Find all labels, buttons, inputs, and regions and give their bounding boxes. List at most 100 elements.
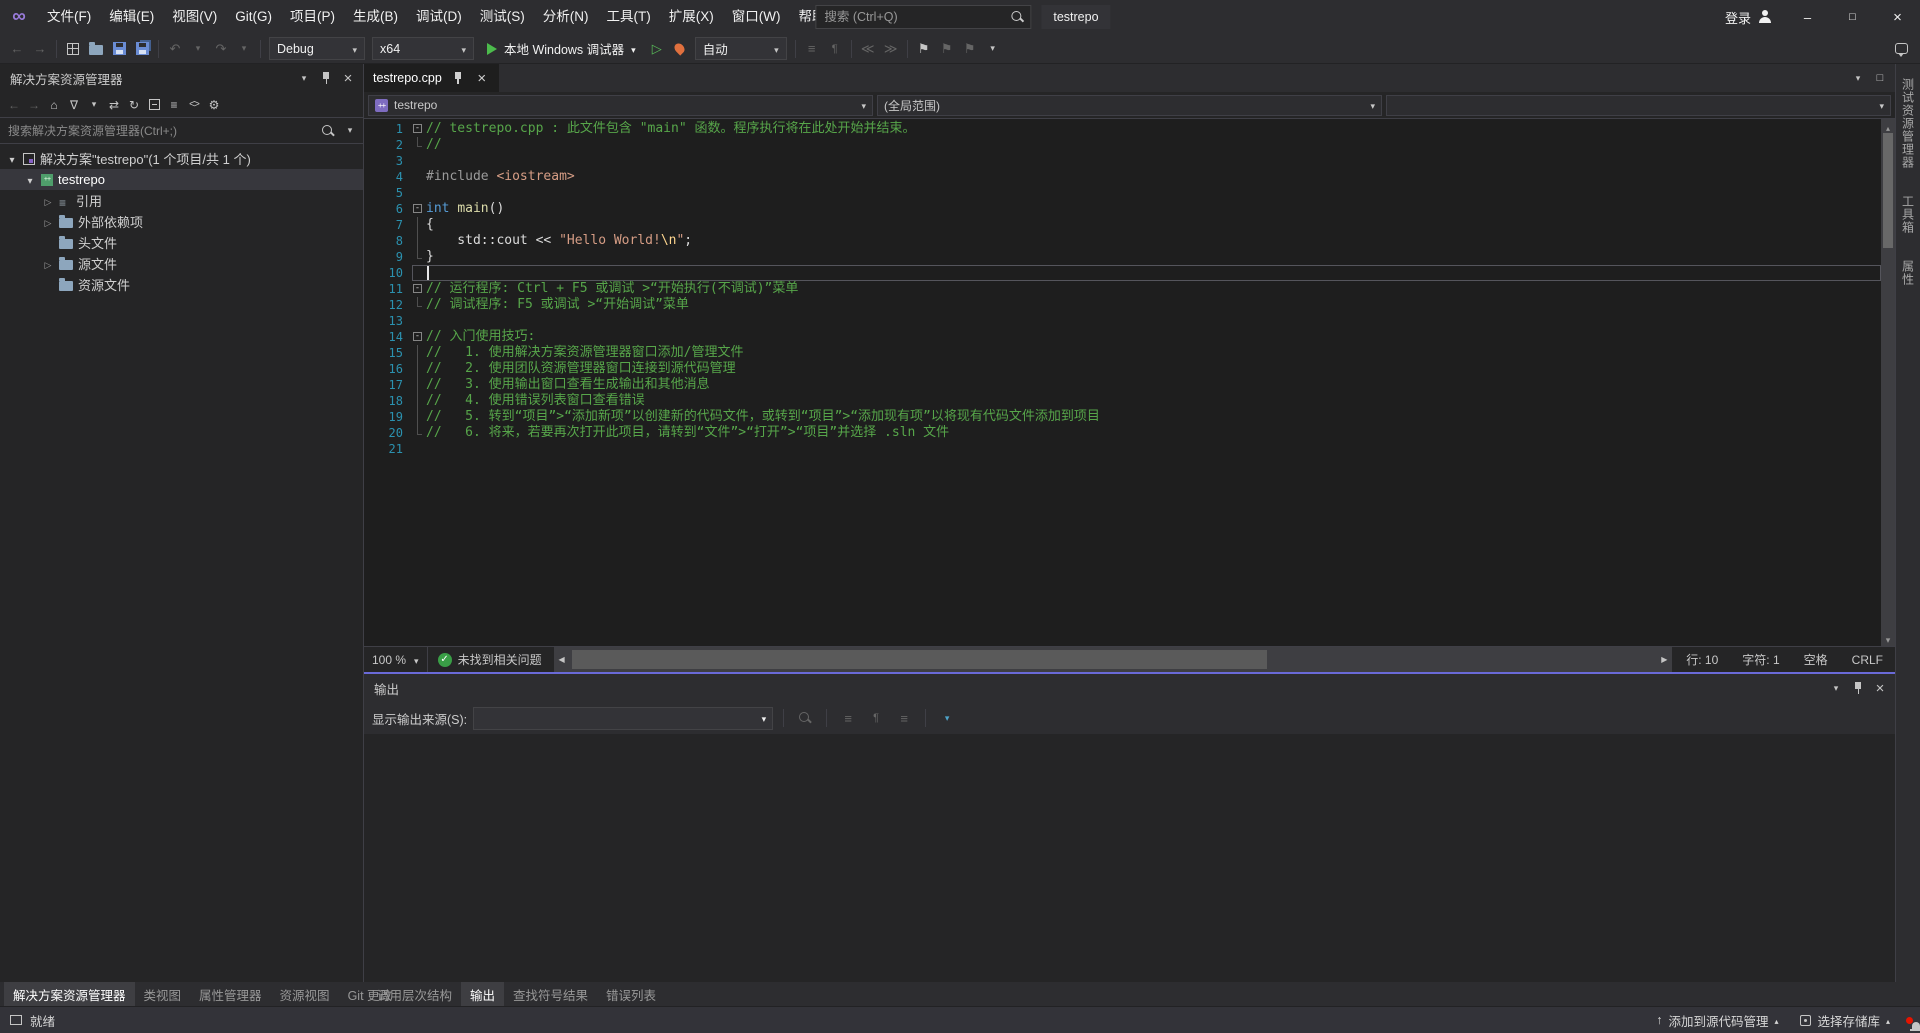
collapse-region-icon[interactable] [413,124,422,133]
next-bookmark-icon[interactable] [959,38,981,60]
scrollbar-thumb[interactable] [1883,133,1893,248]
code-line[interactable]: 13 [364,313,1881,329]
fold-margin[interactable] [410,281,426,297]
menu-item[interactable]: 生成(B) [344,5,407,29]
menu-item[interactable]: 调试(D) [407,5,471,29]
tab-close-icon[interactable] [474,70,490,86]
code-line[interactable]: 16// 2. 使用团队资源管理器窗口连接到源代码管理 [364,361,1881,377]
code-line[interactable]: 14// 入门使用技巧: [364,329,1881,345]
close-button[interactable] [1875,0,1920,34]
tree-item[interactable]: 头文件 [0,232,363,253]
tree-item[interactable]: 源文件 [0,253,363,274]
output-content[interactable] [364,734,1895,982]
code-line[interactable]: 7{ [364,217,1881,233]
dock-tab[interactable]: 错误列表 [597,982,665,1006]
tree-item[interactable]: 资源文件 [0,274,363,295]
code-line[interactable]: 18// 4. 使用错误列表窗口查看错误 [364,393,1881,409]
hot-reload-combo[interactable]: 自动 [695,37,787,60]
char-indicator[interactable]: 字符: 1 [1730,651,1791,668]
dock-tab[interactable]: 解决方案资源管理器 [4,982,135,1006]
sync-with-active-document-icon[interactable] [104,95,124,115]
horizontal-scrollbar[interactable] [554,647,1673,672]
menu-item[interactable]: 分析(N) [534,5,598,29]
code-line[interactable]: 21 [364,441,1881,457]
fold-margin[interactable] [410,329,426,345]
search-options-icon[interactable] [339,120,361,142]
code-line[interactable]: 6int main() [364,201,1881,217]
indent-icon[interactable] [880,38,902,60]
menu-item[interactable]: Git(G) [226,5,281,29]
word-wrap-icon[interactable] [865,707,887,729]
dock-tab[interactable]: 调用层次结构 [368,982,461,1006]
window-layout-icon[interactable] [62,38,84,60]
code-line[interactable]: 5 [364,185,1881,201]
se-forward-icon[interactable] [24,95,44,115]
code-line[interactable]: 10 [364,265,1881,281]
hot-reload-icon[interactable] [669,38,691,60]
expander-icon[interactable] [42,256,54,271]
close-icon[interactable] [1869,677,1891,699]
feedback-icon[interactable] [1890,38,1912,60]
code-editor[interactable]: 1// testrepo.cpp : 此文件包含 "main" 函数。程序执行将… [364,119,1895,646]
window-position-icon[interactable] [293,67,315,89]
tree-item[interactable]: 外部依赖项 [0,211,363,232]
menu-item[interactable]: 扩展(X) [660,5,723,29]
dock-tab[interactable]: 类视图 [135,982,191,1006]
code-line[interactable]: 11// 运行程序: Ctrl + F5 或调试 >“开始执行(不调试)”菜单 [364,281,1881,297]
menu-item[interactable]: 文件(F) [38,5,100,29]
show-whitespace-icon[interactable] [824,38,846,60]
scroll-down-icon[interactable] [1881,631,1895,646]
filter-icon[interactable] [64,95,84,115]
configuration-combo[interactable]: Debug [269,37,365,60]
view-code-icon[interactable] [184,95,204,115]
space-indicator[interactable]: 空格 [1792,651,1840,668]
nav-scope-combo[interactable]: (全局范围) [877,95,1382,116]
scroll-right-icon[interactable] [1656,652,1672,668]
side-tab[interactable]: 属性 [1900,256,1917,290]
dock-tab[interactable]: 属性管理器 [190,982,271,1006]
window-position-icon[interactable] [1825,677,1847,699]
code-line[interactable]: 17// 3. 使用输出窗口查看生成输出和其他消息 [364,377,1881,393]
menu-item[interactable]: 视图(V) [163,5,226,29]
messages-icon[interactable] [893,707,915,729]
refresh-icon[interactable] [124,95,144,115]
show-all-files-icon[interactable] [164,95,184,115]
open-file-icon[interactable] [85,38,107,60]
menu-item[interactable]: 编辑(E) [100,5,163,29]
code-line[interactable]: 9} [364,249,1881,265]
pin-icon[interactable] [1847,677,1869,699]
menu-item[interactable]: 项目(P) [281,5,344,29]
dock-tab[interactable]: 资源视图 [271,982,339,1006]
output-source-combo[interactable] [473,707,773,730]
expander-icon[interactable] [6,151,18,166]
expander-icon[interactable] [24,172,36,187]
prev-bookmark-icon[interactable] [936,38,958,60]
start-debugging-button[interactable]: 本地 Windows 调试器 [480,37,643,61]
redo-caret-icon[interactable] [233,38,255,60]
side-tab[interactable]: 工具箱 [1900,191,1917,238]
select-repository-button[interactable]: 选择存储库 [1792,1011,1898,1030]
home-icon[interactable] [44,95,64,115]
document-health-indicator[interactable]: 未找到相关问题 [428,651,552,668]
tab-pin-icon[interactable] [450,70,466,86]
eol-indicator[interactable]: CRLF [1840,653,1895,667]
document-list-icon[interactable] [1847,67,1869,89]
save-icon[interactable] [108,38,130,60]
nav-project-combo[interactable]: testrepo [368,95,873,116]
start-without-debugging-icon[interactable] [646,38,668,60]
fold-margin[interactable] [410,121,426,137]
outdent-icon[interactable] [857,38,879,60]
menu-item[interactable]: 窗口(W) [723,5,790,29]
hscroll-track[interactable] [570,647,1657,672]
nav-member-combo[interactable] [1386,95,1891,116]
redo-icon[interactable] [210,38,232,60]
zoom-combo[interactable]: 100 % [364,647,428,672]
platform-combo[interactable]: x64 [372,37,474,60]
maximize-button[interactable] [1830,0,1875,34]
quick-search-box[interactable] [815,5,1031,29]
visual-studio-logo-icon[interactable]: ∞ [0,6,38,28]
scroll-left-icon[interactable] [554,652,570,668]
solution-name-button[interactable]: testrepo [1041,5,1110,29]
float-window-icon[interactable] [1869,67,1891,89]
tree-item[interactable]: 解决方案"testrepo"(1 个项目/共 1 个) [0,148,363,169]
